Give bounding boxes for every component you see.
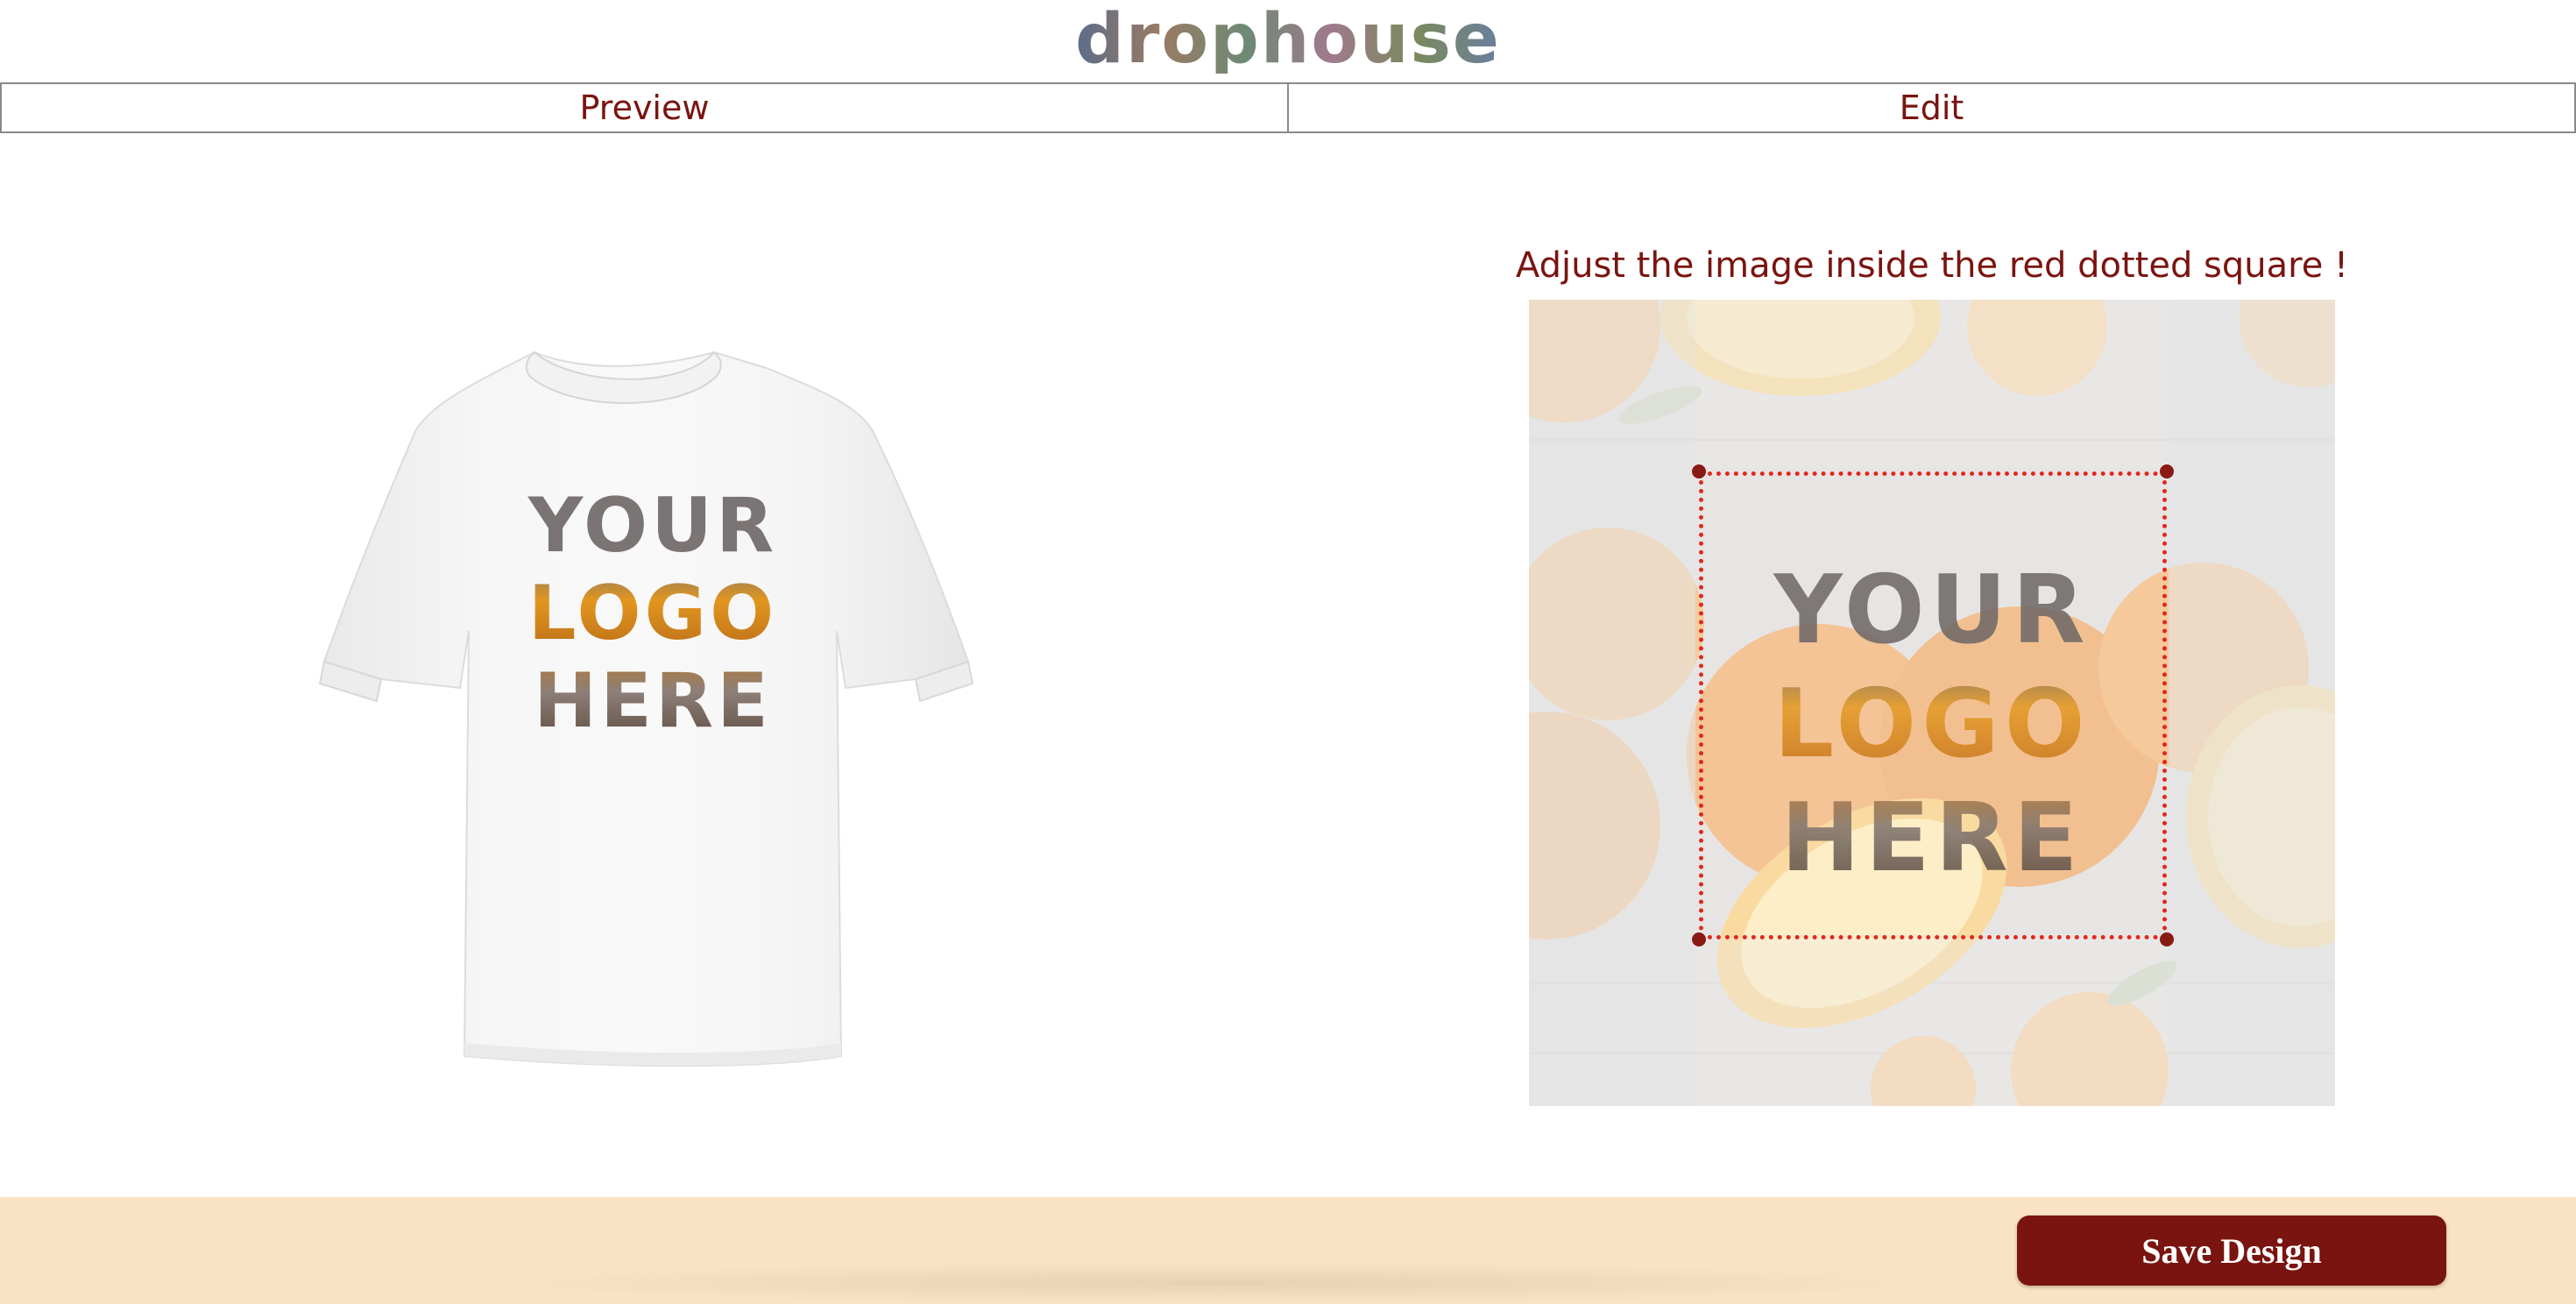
image-editor[interactable]: YOUR LOGO HERE — [1529, 300, 2335, 1106]
tab-edit[interactable]: Edit — [1289, 82, 2576, 133]
save-design-button[interactable]: Save Design — [2017, 1215, 2446, 1286]
tshirt-preview: YOUR LOGO HERE — [311, 342, 977, 1069]
shirt-text-line: YOUR — [527, 482, 778, 570]
shirt-logo-text: YOUR LOGO HERE — [508, 482, 797, 745]
shirt-text-line: LOGO — [527, 570, 778, 657]
crop-handle-bottom-right[interactable] — [2160, 932, 2174, 946]
outside-crop-overlay-left — [1529, 300, 1695, 1106]
outside-crop-overlay-bottom — [1695, 938, 2169, 1106]
crop-handle-top-left[interactable] — [1692, 464, 1706, 478]
shirt-text-line: HERE — [534, 657, 772, 745]
outside-crop-overlay-top — [1695, 300, 2169, 468]
crop-square[interactable] — [1699, 471, 2167, 939]
tab-preview[interactable]: Preview — [0, 82, 1289, 133]
footer-shadow — [473, 1262, 1963, 1304]
edit-instruction: Adjust the image inside the red dotted s… — [1515, 245, 2349, 286]
crop-handle-bottom-left[interactable] — [1692, 932, 1706, 946]
tab-bar: Preview Edit — [0, 82, 2576, 133]
page: drophouse Preview Edit YOUR LOGO HERE Ad… — [0, 0, 2576, 1304]
outside-crop-overlay-right — [2169, 300, 2335, 1106]
crop-handle-top-right[interactable] — [2160, 464, 2174, 478]
brand-logo[interactable]: drophouse — [1075, 5, 1501, 74]
header: drophouse — [0, 0, 2576, 79]
